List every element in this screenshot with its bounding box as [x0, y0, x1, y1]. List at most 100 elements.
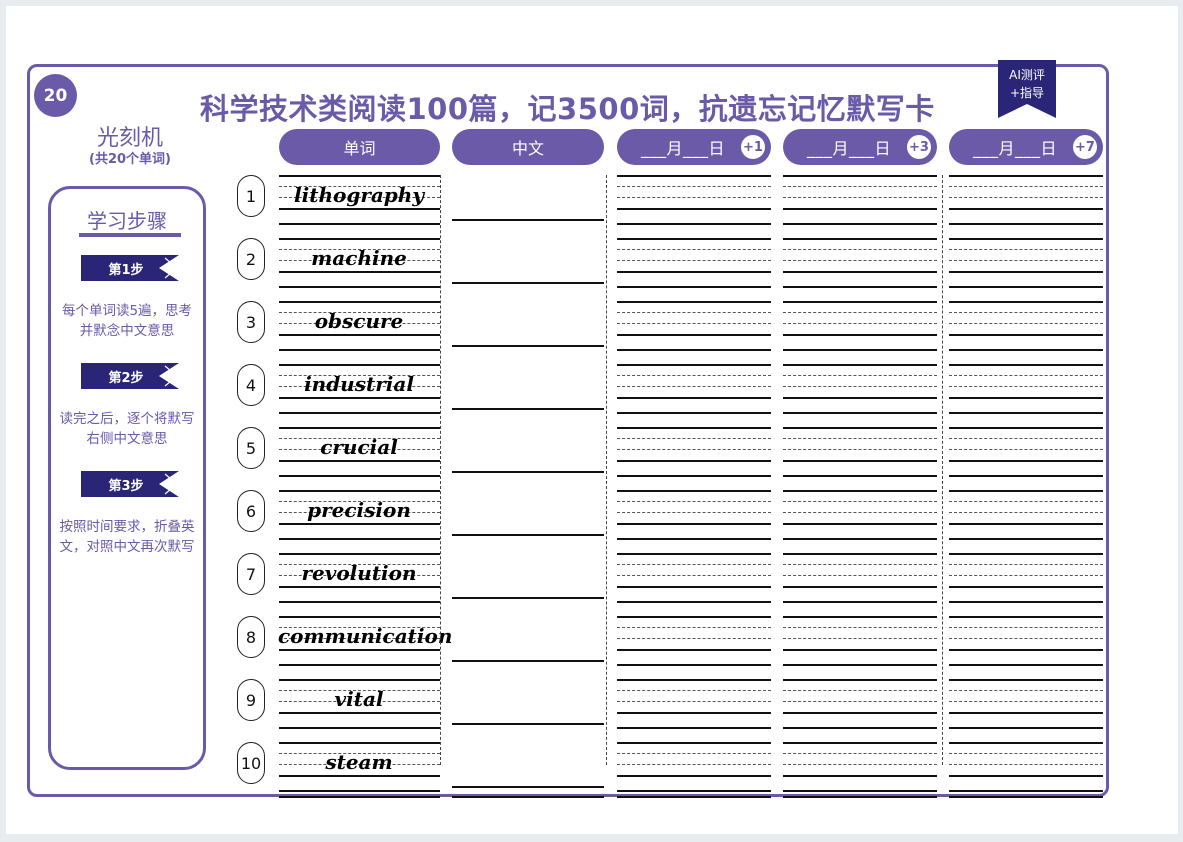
review-line [783, 538, 937, 540]
chinese-answer-line [452, 786, 604, 788]
review-guide-line [783, 564, 937, 565]
review-guide-line [617, 753, 771, 754]
plus-seven-badge: +7 [1073, 135, 1097, 159]
review-guide-line [617, 764, 771, 765]
review-line [783, 523, 937, 525]
review-guide-line [949, 449, 1103, 450]
review-line [783, 679, 937, 681]
vocab-word: vital [334, 687, 384, 711]
review-guide-line [617, 512, 771, 513]
review-guide-line [783, 512, 937, 513]
word-line [279, 334, 440, 336]
review-line [617, 796, 771, 798]
review-line [617, 364, 771, 366]
review-guide-line [949, 701, 1103, 702]
plus-one-badge: +1 [741, 135, 765, 159]
fold-guide-line [942, 175, 943, 765]
review-guide-line [617, 575, 771, 576]
review-line [783, 586, 937, 588]
review-guide-line [949, 501, 1103, 502]
step-2-label: 第2步 [108, 371, 144, 386]
word-line [279, 223, 440, 225]
word-line [279, 490, 440, 492]
review-line [949, 397, 1103, 399]
review-line [949, 727, 1103, 729]
review-line [783, 460, 937, 462]
step-3-label: 第3步 [108, 479, 144, 494]
review-line [783, 397, 937, 399]
review-guide-line [949, 260, 1103, 261]
ai-evaluation-tag[interactable]: AI测评 +指导 [998, 60, 1056, 120]
review-line [949, 775, 1103, 777]
review-line [783, 790, 937, 792]
review-line [783, 223, 937, 225]
review-line [949, 616, 1103, 618]
header-review-day1: ___月___日 +1 [617, 129, 771, 165]
review-line [783, 475, 937, 477]
word-line [279, 349, 440, 351]
step-1-flag: 第1步 [81, 255, 181, 281]
word-line [279, 649, 440, 651]
review-line [949, 238, 1103, 240]
review-guide-line [617, 260, 771, 261]
review-line [617, 616, 771, 618]
review-line [783, 490, 937, 492]
review-line [949, 712, 1103, 714]
header-review-day7: ___月___日 +7 [949, 129, 1103, 165]
row-number: 9 [237, 679, 265, 721]
review-line [617, 334, 771, 336]
review-line [949, 286, 1103, 288]
review-guide-line [783, 627, 937, 628]
review-guide-line [783, 312, 937, 313]
review-line [949, 796, 1103, 798]
review-guide-line [949, 690, 1103, 691]
plus-three-badge: +3 [907, 135, 931, 159]
review-line [949, 364, 1103, 366]
review-line [949, 601, 1103, 603]
row-number: 10 [237, 742, 265, 784]
review-guide-line [783, 438, 937, 439]
review-line [617, 208, 771, 210]
review-line [617, 727, 771, 729]
chinese-answer-line [452, 660, 604, 662]
review-line [949, 301, 1103, 303]
vocab-word: revolution [301, 561, 417, 585]
review-line [949, 523, 1103, 525]
review-guide-line [617, 501, 771, 502]
chinese-answer-line [452, 282, 604, 284]
vocab-word: crucial [320, 435, 398, 459]
review-guide-line [783, 690, 937, 691]
review-line [949, 349, 1103, 351]
review-guide-line [949, 375, 1103, 376]
review-line [783, 364, 937, 366]
review-line [949, 490, 1103, 492]
chinese-answer-line [452, 345, 604, 347]
review-guide-line [949, 438, 1103, 439]
review-guide-line [783, 260, 937, 261]
review-guide-line [617, 323, 771, 324]
review-line [617, 175, 771, 177]
review-line [783, 796, 937, 798]
vocab-word: steam [325, 750, 393, 774]
review-line [617, 475, 771, 477]
review-line [783, 742, 937, 744]
header-review-day3: ___月___日 +3 [783, 129, 937, 165]
review-line [949, 175, 1103, 177]
review-line [617, 742, 771, 744]
review-line [783, 175, 937, 177]
header-word: 单词 [279, 129, 440, 165]
review-guide-line [949, 512, 1103, 513]
review-guide-line [617, 438, 771, 439]
review-guide-line [783, 449, 937, 450]
chinese-answer-line [452, 796, 604, 798]
review-guide-line [617, 627, 771, 628]
review-guide-line [783, 753, 937, 754]
review-line [617, 301, 771, 303]
review-line [949, 427, 1103, 429]
review-line [949, 553, 1103, 555]
vocab-word: obscure [314, 309, 404, 333]
review-line [949, 475, 1103, 477]
review-line [617, 586, 771, 588]
review-line [617, 460, 771, 462]
review-guide-line [783, 575, 937, 576]
